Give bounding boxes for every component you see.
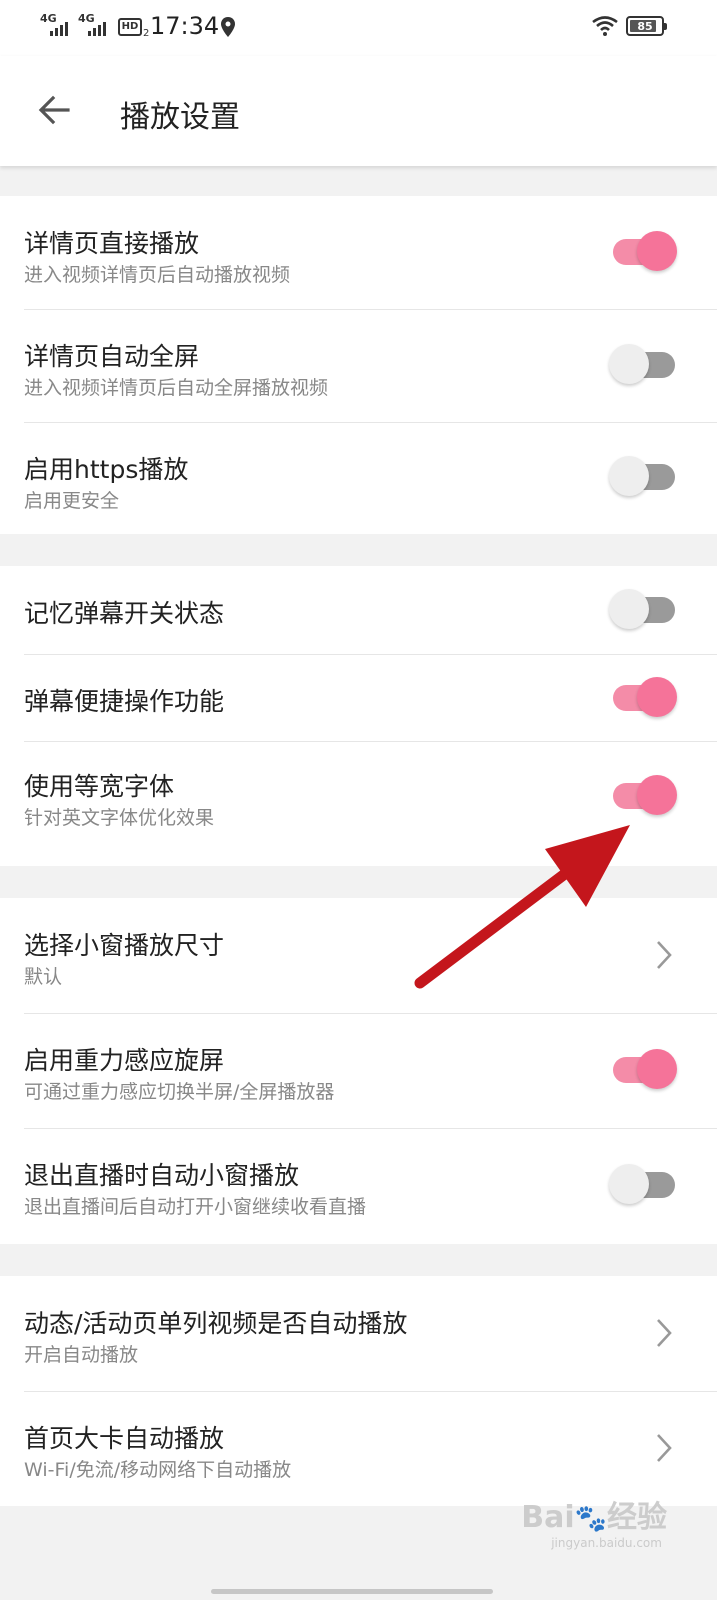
toggle-switch[interactable] [609,677,677,717]
baidu-jingyan-watermark: Bai🐾经验 jingyan.baidu.com [521,1492,667,1550]
setting-homepage-card-autoplay[interactable]: 首页大卡自动播放 Wi-Fi/免流/移动网络下自动播放 [0,1391,717,1506]
setting-remember-danmaku[interactable]: 记忆弹幕开关状态 [0,566,717,654]
setting-title: 启用https播放 [24,455,189,484]
setting-title: 详情页自动全屏 [24,342,200,371]
setting-danmaku-shortcut[interactable]: 弹幕便捷操作功能 [0,654,717,741]
hd-voice-sub: 2 [143,28,150,39]
page-title: 播放设置 [120,100,240,135]
setting-live-mini-window[interactable]: 退出直播时自动小窗播放 退出直播间后自动打开小窗继续收看直播 [0,1128,717,1244]
setting-title: 退出直播时自动小窗播放 [24,1161,300,1190]
wifi-icon [592,16,618,40]
location-pin-icon [221,17,235,41]
settings-group-3: 选择小窗播放尺寸 默认 启用重力感应旋屏 可通过重力感应切换半屏/全屏播放器 退… [0,898,717,1244]
setting-subtitle: 进入视频详情页后自动播放视频 [24,264,291,286]
toggle-switch[interactable] [609,589,675,629]
setting-subtitle: 可通过重力感应切换半屏/全屏播放器 [24,1081,335,1103]
setting-title: 选择小窗播放尺寸 [24,931,225,960]
setting-title: 启用重力感应旋屏 [24,1046,225,1075]
toggle-switch[interactable] [609,1164,675,1204]
setting-monospace-font[interactable]: 使用等宽字体 针对英文字体优化效果 [0,741,717,866]
toggle-switch[interactable] [609,456,675,496]
chevron-right-icon[interactable] [655,1433,673,1463]
home-indicator[interactable] [211,1589,493,1594]
status-bar: 4G 4G HD 2 17:34 85 [0,0,717,56]
setting-title: 首页大卡自动播放 [24,1424,225,1453]
hd-voice-icon: HD [118,18,142,36]
setting-detail-fullscreen[interactable]: 详情页自动全屏 进入视频详情页后自动全屏播放视频 [0,309,717,422]
setting-subtitle: 进入视频详情页后自动全屏播放视频 [24,377,329,399]
setting-subtitle: 默认 [24,966,63,988]
chevron-right-icon[interactable] [655,1318,673,1348]
toggle-switch[interactable] [609,231,677,271]
setting-title: 使用等宽字体 [24,772,175,801]
setting-subtitle: 退出直播间后自动打开小窗继续收看直播 [24,1196,367,1218]
settings-group-1: 详情页直接播放 进入视频详情页后自动播放视频 详情页自动全屏 进入视频详情页后自… [0,196,717,534]
sim2-signal-icon [88,22,106,36]
setting-subtitle: 启用更安全 [24,490,120,512]
toggle-switch[interactable] [609,775,677,815]
battery-level: 85 [637,19,653,33]
setting-gravity-rotate[interactable]: 启用重力感应旋屏 可通过重力感应切换半屏/全屏播放器 [0,1013,717,1128]
status-time: 17:34 [150,12,220,40]
watermark-logo-left: Bai [521,1500,575,1535]
setting-title: 详情页直接播放 [24,229,200,258]
back-arrow-icon[interactable] [36,92,72,132]
setting-detail-autoplay[interactable]: 详情页直接播放 进入视频详情页后自动播放视频 [0,196,717,309]
setting-subtitle: 针对英文字体优化效果 [24,807,215,829]
toggle-switch[interactable] [609,344,675,384]
watermark-logo-right: 经验 [607,1500,667,1535]
watermark-logo: Bai🐾经验 [521,1492,667,1536]
battery-icon: 85 [626,16,667,36]
setting-title: 动态/活动页单列视频是否自动播放 [24,1309,408,1338]
setting-https-playback[interactable]: 启用https播放 启用更安全 [0,422,717,534]
sim1-signal-icon [50,22,68,36]
setting-subtitle: 开启自动播放 [24,1344,139,1366]
settings-group-4: 动态/活动页单列视频是否自动播放 开启自动播放 首页大卡自动播放 Wi-Fi/免… [0,1276,717,1506]
app-bar: 播放设置 [0,56,717,166]
setting-mini-window-size[interactable]: 选择小窗播放尺寸 默认 [0,898,717,1013]
watermark-url: jingyan.baidu.com [551,1536,662,1550]
chevron-right-icon[interactable] [655,940,673,970]
setting-subtitle: Wi-Fi/免流/移动网络下自动播放 [24,1459,292,1481]
setting-title: 弹幕便捷操作功能 [24,687,225,716]
settings-group-2: 记忆弹幕开关状态 弹幕便捷操作功能 使用等宽字体 针对英文字体优化效果 [0,566,717,866]
toggle-switch[interactable] [609,1049,677,1089]
paw-icon: 🐾 [574,1504,607,1534]
setting-feed-autoplay[interactable]: 动态/活动页单列视频是否自动播放 开启自动播放 [0,1276,717,1391]
setting-title: 记忆弹幕开关状态 [24,599,225,628]
